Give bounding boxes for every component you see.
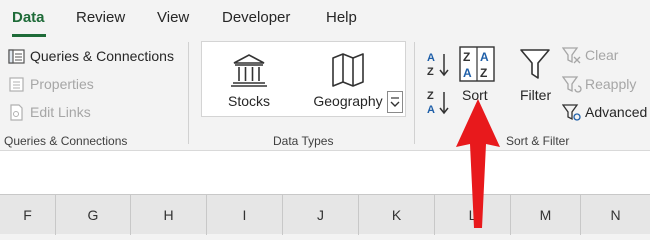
queries-connections-group-label: Queries & Connections	[4, 134, 128, 148]
edit-links-label: Edit Links	[30, 104, 91, 120]
sort-button[interactable]: Z A A Z Sort	[458, 42, 496, 104]
stocks-label: Stocks	[227, 93, 270, 109]
tab-developer[interactable]: Developer	[222, 9, 290, 26]
column-header-row: F G H I J K L M N	[0, 194, 650, 235]
data-types-gallery: Stocks Geography	[201, 41, 406, 117]
sort-label: Sort	[462, 87, 488, 103]
sort-dialog-icon: Z A A Z	[459, 46, 495, 82]
column-header[interactable]: H	[131, 195, 207, 235]
active-tab-underline	[12, 34, 46, 37]
advanced-filter-icon	[562, 104, 581, 121]
properties-icon	[9, 76, 24, 92]
queries-connections-label: Queries & Connections	[30, 48, 174, 64]
excel-window: Data Review View Developer Help Queries …	[0, 0, 650, 235]
data-types-more-button[interactable]	[387, 91, 403, 113]
svg-text:Z: Z	[427, 90, 434, 102]
clear-label: Clear	[585, 47, 619, 63]
stocks-bank-icon	[231, 54, 267, 87]
chevron-down-icon	[390, 97, 400, 107]
stocks-button[interactable]: Stocks	[204, 42, 294, 118]
filter-funnel-icon	[520, 49, 550, 79]
svg-text:Z: Z	[480, 66, 487, 80]
geography-button[interactable]: Geography	[303, 42, 393, 118]
properties-label: Properties	[30, 76, 94, 92]
ribbon-body: Queries & Connections Properties Edit Li…	[0, 38, 650, 150]
tab-data[interactable]: Data	[12, 9, 45, 26]
geography-map-icon	[332, 53, 364, 87]
sort-filter-group-label: Sort & Filter	[506, 134, 570, 148]
svg-text:Z: Z	[427, 66, 434, 78]
svg-text:A: A	[480, 50, 489, 64]
advanced-label: Advanced	[585, 104, 648, 120]
tab-view[interactable]: View	[157, 9, 189, 26]
sort-a-to-z-icon[interactable]: A Z	[425, 50, 453, 78]
reapply-filter-icon	[562, 76, 582, 93]
column-header[interactable]: F	[0, 195, 56, 235]
tab-help[interactable]: Help	[326, 9, 357, 26]
column-header[interactable]: G	[56, 195, 131, 235]
ribbon-tab-bar: Data Review View Developer Help	[0, 0, 650, 38]
edit-links-icon	[10, 103, 23, 121]
sort-z-to-a-icon[interactable]: Z A	[425, 88, 453, 116]
svg-text:A: A	[427, 52, 435, 64]
column-header[interactable]: K	[359, 195, 435, 235]
reapply-label: Reapply	[585, 76, 637, 92]
geography-label: Geography	[313, 93, 383, 109]
tab-review[interactable]: Review	[76, 9, 125, 26]
queries-icon	[8, 48, 25, 64]
edit-links-button[interactable]: Edit Links	[8, 101, 91, 123]
svg-text:Z: Z	[463, 50, 470, 64]
group-separator	[414, 42, 415, 144]
queries-connections-button[interactable]: Queries & Connections	[8, 45, 174, 67]
group-separator	[188, 42, 189, 144]
column-header[interactable]: I	[207, 195, 283, 235]
column-header[interactable]: N	[581, 195, 650, 235]
data-types-group-label: Data Types	[273, 134, 334, 148]
column-header[interactable]: L	[435, 195, 511, 235]
svg-text:A: A	[463, 66, 472, 80]
column-header[interactable]: J	[283, 195, 359, 235]
filter-button[interactable]: Filter	[516, 42, 556, 104]
formula-bar-area[interactable]	[0, 150, 650, 194]
column-header[interactable]: M	[511, 195, 581, 235]
filter-label: Filter	[520, 87, 552, 103]
properties-button[interactable]: Properties	[8, 73, 94, 95]
svg-text:A: A	[427, 104, 435, 116]
clear-filter-icon	[562, 47, 581, 64]
